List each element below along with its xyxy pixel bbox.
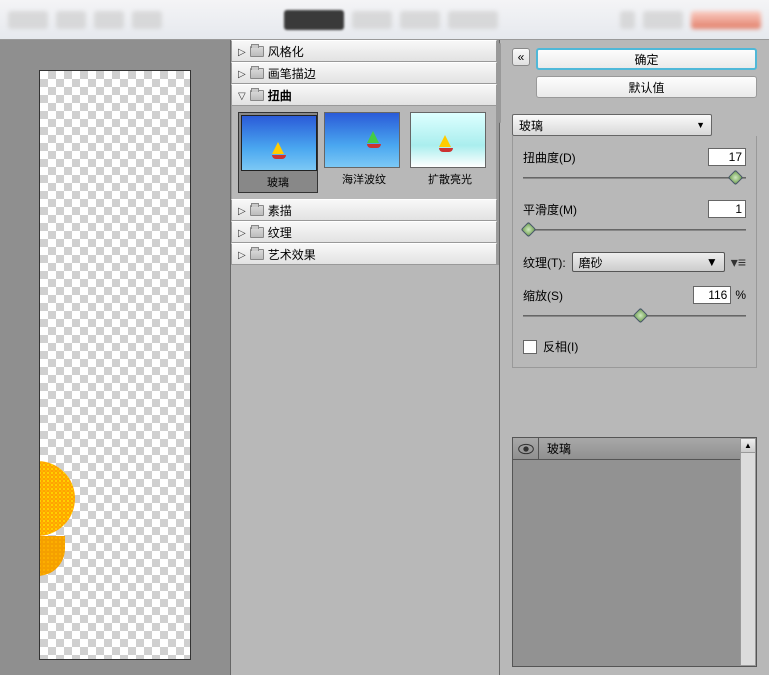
- folder-icon: [250, 227, 264, 238]
- scroll-up-icon[interactable]: ▲: [741, 439, 755, 453]
- filter-thumbnails: 玻璃 海洋波纹 扩散亮光: [231, 106, 497, 199]
- category-label: 扭曲: [268, 87, 292, 104]
- category-distort[interactable]: 扭曲: [231, 84, 497, 106]
- collapse-button[interactable]: «: [512, 48, 530, 66]
- scrollbar[interactable]: [497, 40, 499, 265]
- category-stylize[interactable]: 风格化: [231, 40, 497, 62]
- chevron-left-icon: «: [518, 50, 525, 64]
- filter-select[interactable]: 玻璃 ▼: [512, 114, 712, 136]
- chevron-down-icon: [238, 88, 246, 102]
- thumb-glass[interactable]: 玻璃: [238, 112, 318, 193]
- smoothness-slider[interactable]: [523, 222, 746, 238]
- category-label: 风格化: [268, 43, 304, 60]
- category-brushstrokes[interactable]: 画笔描边: [231, 62, 497, 84]
- thumb-label: 玻璃: [241, 174, 315, 190]
- distortion-input[interactable]: [708, 148, 746, 166]
- thumb-ocean-ripple[interactable]: 海洋波纹: [324, 112, 404, 193]
- texture-select-value: 磨砂: [579, 254, 603, 271]
- category-artistic[interactable]: 艺术效果: [231, 243, 497, 265]
- chevron-right-icon: [238, 66, 246, 80]
- thumb-label: 扩散亮光: [410, 171, 490, 187]
- chevron-right-icon: [238, 225, 246, 239]
- canvas[interactable]: [39, 70, 191, 660]
- distortion-slider[interactable]: [523, 170, 746, 186]
- folder-icon: [250, 68, 264, 79]
- distortion-label: 扭曲度(D): [523, 149, 708, 166]
- chevron-right-icon: [238, 247, 246, 261]
- category-sketch[interactable]: 素描: [231, 199, 497, 221]
- folder-icon: [250, 205, 264, 216]
- folder-icon: [250, 249, 264, 260]
- category-label: 素描: [268, 202, 292, 219]
- scale-label: 缩放(S): [523, 287, 693, 304]
- invert-checkbox[interactable]: [523, 340, 537, 354]
- effect-layers: 玻璃 ▲: [512, 437, 757, 667]
- category-label: 艺术效果: [268, 246, 316, 263]
- layer-name: 玻璃: [539, 440, 571, 457]
- texture-label: 纹理(T):: [523, 254, 566, 271]
- smoothness-input[interactable]: [708, 200, 746, 218]
- texture-select[interactable]: 磨砂 ▼: [572, 252, 725, 272]
- app-toolbar: [0, 0, 769, 40]
- category-label: 纹理: [268, 224, 292, 241]
- layers-scrollbar[interactable]: ▲: [740, 438, 756, 666]
- smoothness-label: 平滑度(M): [523, 201, 708, 218]
- filter-select-value: 玻璃: [519, 117, 543, 134]
- ok-button[interactable]: 确定: [536, 48, 757, 70]
- chevron-down-icon: ▼: [696, 120, 705, 130]
- settings-panel: « 确定 默认值 玻璃 ▼ 扭曲度(D) 平滑度(M): [500, 40, 769, 675]
- filter-gallery: 风格化 画笔描边 扭曲 玻璃 海洋波纹 扩散亮光: [230, 40, 500, 675]
- thumb-diffuse-glow[interactable]: 扩散亮光: [410, 112, 490, 193]
- eye-icon: [518, 443, 534, 455]
- visibility-toggle[interactable]: [513, 438, 539, 460]
- chevron-right-icon: [238, 203, 246, 217]
- invert-label: 反相(I): [543, 338, 578, 355]
- chevron-down-icon: ▼: [706, 255, 718, 269]
- defaults-button[interactable]: 默认值: [536, 76, 757, 98]
- thumb-label: 海洋波纹: [324, 171, 404, 187]
- folder-icon: [250, 90, 264, 101]
- scale-slider[interactable]: [523, 308, 746, 324]
- category-texture[interactable]: 纹理: [231, 221, 497, 243]
- scale-unit: %: [735, 288, 746, 302]
- artwork-shape: [39, 461, 80, 601]
- folder-icon: [250, 46, 264, 57]
- texture-menu-icon[interactable]: ▾≡: [731, 254, 746, 271]
- layers-list[interactable]: [513, 460, 740, 666]
- category-label: 画笔描边: [268, 65, 316, 82]
- chevron-right-icon: [238, 44, 246, 58]
- scale-input[interactable]: [693, 286, 731, 304]
- preview-pane: [0, 40, 230, 675]
